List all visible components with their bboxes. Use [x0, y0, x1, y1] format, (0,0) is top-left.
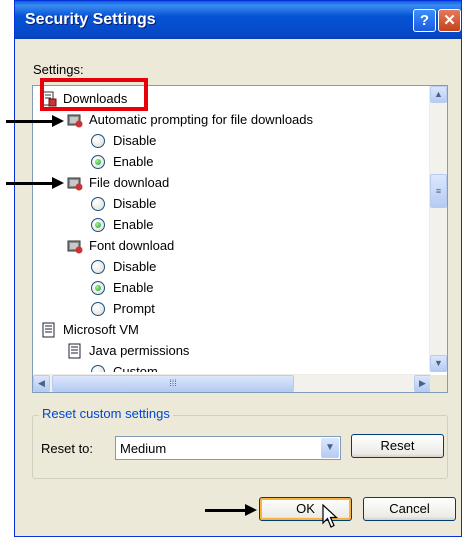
scroll-thumb[interactable]: ≡ [430, 174, 447, 208]
window-title: Security Settings [25, 11, 156, 28]
tree-item-label: Microsoft VM [63, 322, 139, 337]
settings-list[interactable]: Downloads Automatic prompting for file d… [32, 85, 448, 393]
document-icon [42, 322, 55, 338]
tree-item-label: Font download [89, 238, 175, 253]
scroll-up-button[interactable]: ▲ [430, 86, 447, 103]
radio-button[interactable] [91, 365, 105, 372]
close-button[interactable]: ✕ [438, 9, 461, 32]
arrow-head-icon [245, 504, 257, 516]
radio-button[interactable] [91, 302, 105, 316]
arrow-head-icon [52, 115, 64, 127]
radio-button-selected[interactable] [91, 155, 105, 169]
radio-label: Disable [113, 196, 157, 211]
cancel-button[interactable]: Cancel [363, 497, 456, 521]
settings-tree: Downloads Automatic prompting for file d… [33, 86, 431, 372]
radio-label: Enable [113, 217, 154, 232]
radio-label: Disable [113, 259, 157, 274]
radio-button[interactable] [91, 197, 105, 211]
radio-button-selected[interactable] [91, 281, 105, 295]
help-button[interactable]: ? [413, 9, 436, 32]
title-bar: Security Settings ? ✕ [15, 1, 461, 39]
ok-button[interactable]: OK [259, 497, 352, 521]
setting-icon [67, 177, 83, 191]
radio-label: Disable [113, 133, 157, 148]
reset-group-legend: Reset custom settings [39, 406, 173, 421]
arrow-shaft [6, 181, 54, 185]
tree-item-label: Java permissions [89, 343, 190, 358]
radio-button[interactable] [91, 260, 105, 274]
horizontal-scroll-thumb[interactable]: ⁞⁞⁞ [52, 375, 294, 392]
radio-button-selected[interactable] [91, 218, 105, 232]
reset-level-value: Medium [120, 441, 167, 456]
reset-button[interactable]: Reset [351, 434, 444, 458]
setting-icon [67, 114, 83, 128]
reset-level-select[interactable]: Medium ▼ [115, 436, 341, 460]
scroll-left-button[interactable]: ◀ [33, 375, 50, 392]
scroll-down-button[interactable]: ▼ [430, 355, 447, 372]
scroll-right-button[interactable]: ▶ [414, 375, 431, 392]
radio-label: Enable [113, 154, 154, 169]
document-icon [68, 343, 81, 359]
tree-item-label: Automatic prompting for file downloads [89, 112, 314, 127]
radio-label: Enable [113, 280, 154, 295]
radio-button[interactable] [91, 134, 105, 148]
settings-label: Settings: [33, 62, 84, 77]
vertical-scrollbar[interactable]: ▲ ≡ ▼ [429, 86, 447, 372]
setting-icon [67, 240, 83, 254]
reset-to-label: Reset to: [41, 441, 94, 456]
arrow-head-icon [52, 177, 64, 189]
tree-item-label: File download [89, 175, 170, 190]
arrow-shaft [6, 119, 54, 123]
chevron-down-icon[interactable]: ▼ [321, 438, 339, 458]
highlight-box-downloads [40, 78, 148, 111]
radio-label: Prompt [113, 301, 155, 316]
arrow-shaft [205, 508, 247, 512]
mouse-cursor-icon [322, 504, 338, 528]
horizontal-scrollbar[interactable]: ◀ ⁞⁞⁞ ▶ [33, 374, 431, 392]
radio-label: Custom [113, 364, 158, 372]
scrollbar-corner [430, 375, 447, 392]
